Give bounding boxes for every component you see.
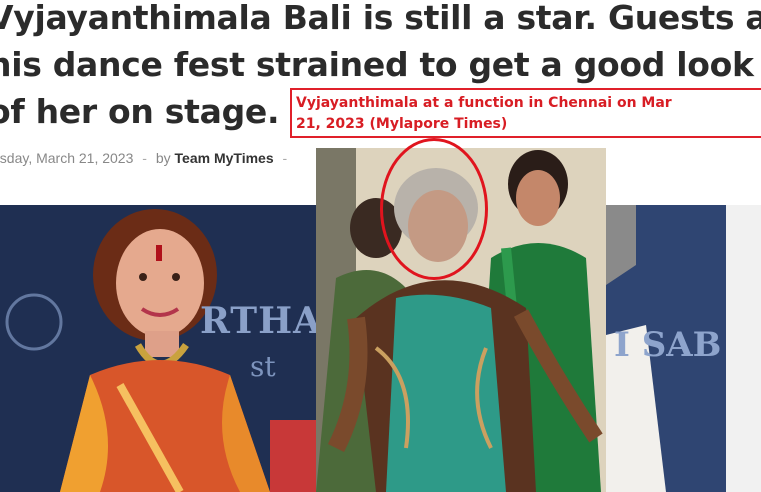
backdrop-banner-subtext: st [250, 350, 276, 383]
article-date: esday, March 21, 2023 [0, 150, 134, 166]
article-meta: esday, March 21, 2023 - by Team MyTimes … [0, 150, 292, 166]
page-edge [726, 205, 761, 492]
caption-line-2: 21, 2023 (Mylapore Times) [296, 116, 508, 132]
meta-separator-2: - [282, 150, 288, 166]
meta-separator: - [142, 150, 147, 166]
stage-photo-left: RTHA st [0, 205, 316, 492]
headline-line-2: his dance fest strained to get a good lo… [0, 45, 754, 84]
by-label: by [155, 150, 171, 166]
author-link[interactable]: Team MyTimes [175, 150, 274, 166]
caption-line-1: Vyjayanthimala at a function in Chennai … [296, 95, 672, 111]
far-backdrop-text: I SAB [614, 325, 722, 365]
headline-line-1: Vyjayanthimala Bali is still a star. Gue… [0, 0, 761, 37]
highlight-circle [380, 138, 488, 280]
annotation-caption: Vyjayanthimala at a function in Chennai … [296, 93, 761, 135]
annotation-caption-box: Vyjayanthimala at a function in Chennai … [290, 88, 761, 138]
stage-photo-far-right: I SAB [606, 205, 726, 492]
backdrop-banner-text: RTHA [200, 300, 316, 342]
